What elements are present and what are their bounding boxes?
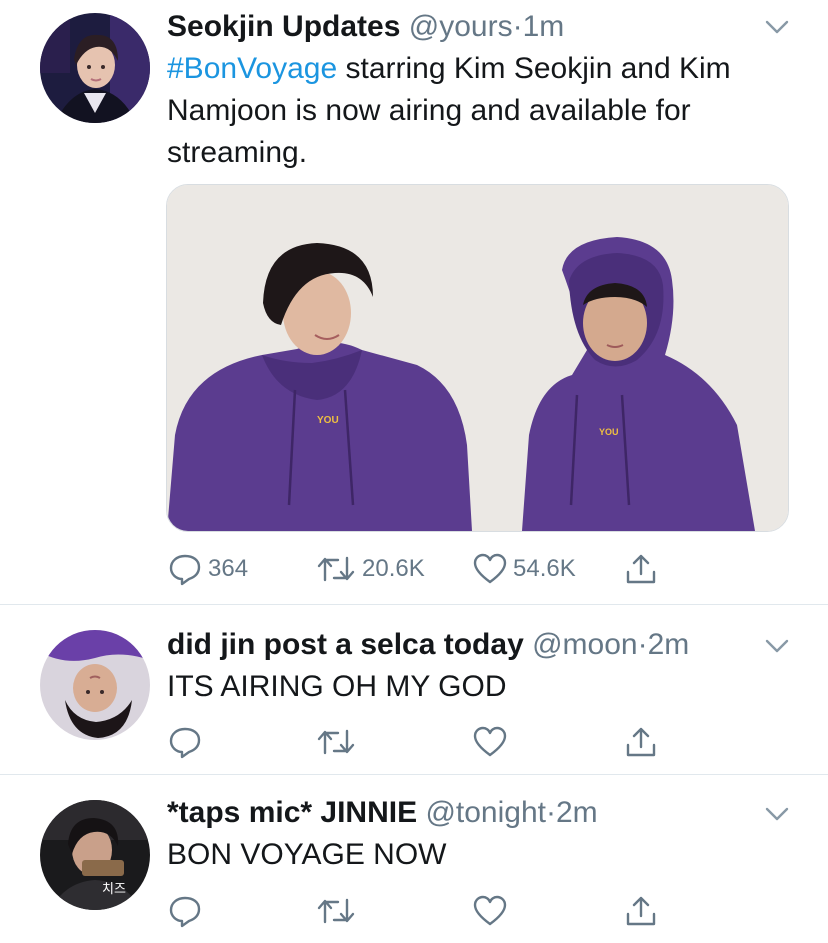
avatar[interactable] [40,630,150,740]
like-count: 54.6K [513,555,576,582]
separator: · [512,10,523,43]
tweet-media-image[interactable]: YOU YOU [166,184,789,532]
share-button[interactable] [624,722,658,762]
chevron-down-icon[interactable] [764,801,790,827]
user-handle[interactable]: @yours [409,10,513,43]
timestamp[interactable]: 2m [648,628,690,661]
tweet-header: *taps mic* JINNIE @tonight·2m [167,795,758,831]
avatar[interactable] [40,13,150,123]
retweet-icon [316,725,356,759]
timestamp[interactable]: 2m [556,796,598,829]
tweet-actions: 364 20.6K 54.6K [166,549,686,589]
heart-icon [473,552,507,586]
retweet-button[interactable]: 20.6K [316,549,425,589]
reply-icon [168,552,202,586]
share-button[interactable] [624,549,658,589]
share-icon [624,894,658,928]
like-button[interactable] [473,722,513,762]
timestamp[interactable]: 1m [523,10,565,43]
tweet[interactable]: 치즈 *taps mic* JINNIE @tonight·2m BON VOY… [0,775,828,943]
avatar[interactable]: 치즈 [40,800,150,910]
heart-icon [473,894,507,928]
display-name[interactable]: did jin post a selca today [167,628,524,661]
tweet-actions [166,891,686,931]
heart-icon [473,725,507,759]
retweet-button[interactable] [316,722,362,762]
tweet-header: did jin post a selca today @moon·2m [167,627,758,663]
reply-button[interactable] [168,722,208,762]
retweet-button[interactable] [316,891,362,931]
tweet[interactable]: did jin post a selca today @moon·2m ITS … [0,605,828,775]
chevron-down-icon[interactable] [764,14,790,40]
separator: · [637,628,648,661]
retweet-count: 20.6K [362,555,425,582]
retweet-icon [316,894,356,928]
retweet-icon [316,552,356,586]
reply-count: 364 [208,555,249,582]
tweet-text: ITS AIRING OH MY GOD [167,670,507,703]
reply-icon [168,894,202,928]
separator: · [545,796,556,829]
reply-icon [168,725,202,759]
like-button[interactable]: 54.6K [473,549,576,589]
tweet[interactable]: Seokjin Updates @yours·1m #BonVoyage sta… [0,0,828,605]
tweet-text: BON VOYAGE NOW [167,838,447,871]
share-icon [624,552,658,586]
tweet-header: Seokjin Updates @yours·1m [167,9,758,45]
share-button[interactable] [624,891,658,931]
chevron-down-icon[interactable] [764,633,790,659]
user-handle[interactable]: @moon [532,628,638,661]
svg-text:YOU: YOU [317,415,339,426]
svg-text:YOU: YOU [599,427,619,437]
tweet-actions [166,722,686,762]
reply-button[interactable]: 364 [168,549,248,589]
hashtag-link[interactable]: #BonVoyage [167,52,337,85]
display-name[interactable]: *taps mic* JINNIE [167,796,417,829]
tweet-text: #BonVoyage starring Kim Seokjin and Kim … [167,48,797,174]
avatar-caption: 치즈 [102,882,126,897]
display-name[interactable]: Seokjin Updates [167,10,400,43]
like-button[interactable] [473,891,513,931]
user-handle[interactable]: @tonight [425,796,546,829]
reply-button[interactable] [168,891,208,931]
share-icon [624,725,658,759]
